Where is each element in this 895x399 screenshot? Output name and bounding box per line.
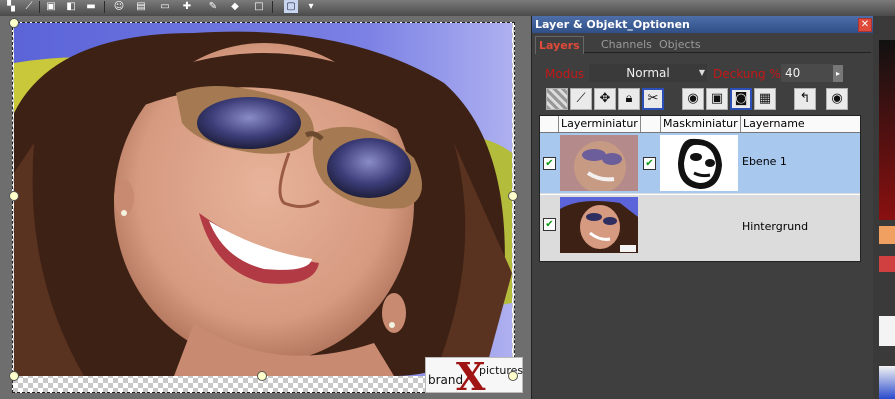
tab-objects[interactable]: Objects	[656, 38, 704, 52]
mask-thumbnail	[660, 135, 738, 191]
color-gradient-swatch[interactable]	[879, 40, 895, 220]
col-maskminiatur: Maskminiatur	[660, 116, 741, 132]
layer-copy-icon[interactable]: ▦	[754, 88, 776, 110]
mask-icon[interactable]: ▣	[706, 88, 728, 110]
image-canvas[interactable]: brand X pictures	[12, 22, 523, 399]
opacity-spinner[interactable]: ▸	[833, 65, 843, 82]
col-visible	[540, 116, 558, 132]
stamp-icon[interactable]: ◆	[228, 0, 242, 13]
visibility-icon[interactable]: ◉	[826, 88, 848, 110]
film-icon[interactable]: ▤	[134, 0, 148, 13]
layer-thumbnail	[560, 197, 638, 253]
col-mask-link	[640, 116, 659, 132]
layer-row[interactable]: ✔ Hintergrund	[540, 194, 860, 255]
mask-active-icon[interactable]: ◙	[730, 88, 752, 110]
selection-handle[interactable]	[9, 371, 19, 381]
chevron-down-icon: ▼	[698, 68, 705, 77]
layer-row[interactable]: ✔ ✔ Ebene 1	[540, 133, 860, 193]
monitor-icon[interactable]: ▢	[284, 0, 298, 13]
panel-title-bar[interactable]: Layer & Objekt_Optionen ✕	[532, 16, 874, 33]
selection-handle[interactable]	[9, 191, 19, 201]
color-icon[interactable]: ◧	[64, 0, 78, 13]
layer-tools-row: ⟋ ✥ 🔒︎ ✂ ◉ ▣ ◙ ▦ ↰ ◉	[546, 88, 866, 110]
canvas-area[interactable]: brand X pictures	[0, 16, 531, 399]
panel-fragment	[879, 316, 895, 346]
close-icon[interactable]: ✕	[858, 18, 872, 32]
top-toolbar: ▚ ⟋ ▣ ◧ ▬ ☺ ▤ ▭ ✚ ✎ ◆ □ ▢ ▾	[0, 0, 895, 16]
more-icon[interactable]: ▾	[304, 0, 318, 13]
paint-icon[interactable]: ✎	[206, 0, 220, 13]
panel-title: Layer & Objekt_Optionen	[535, 18, 690, 31]
selection-handle[interactable]	[508, 371, 518, 381]
portrait-photo	[14, 23, 512, 376]
adjacent-panel-strip	[873, 16, 895, 399]
histogram-fragment	[879, 366, 895, 399]
col-layerminiatur: Layerminiatur	[558, 116, 639, 132]
color-swatch[interactable]	[879, 256, 895, 272]
opacity-label: Deckung %	[713, 67, 781, 81]
visibility-checkbox[interactable]: ✔	[543, 218, 556, 231]
layer-name[interactable]: Ebene 1	[742, 155, 787, 168]
color-swatch[interactable]	[879, 226, 895, 244]
image-icon[interactable]: ▣	[44, 0, 58, 13]
flag-icon[interactable]: ▬	[84, 0, 98, 13]
crop-tool-icon[interactable]: ⟋	[22, 0, 36, 13]
face-icon[interactable]: ☺	[112, 0, 126, 13]
mode-label: Modus	[545, 67, 585, 81]
document-icon[interactable]: ▭	[158, 0, 172, 13]
tab-channels[interactable]: Channels	[598, 38, 655, 52]
mask-link-checkbox[interactable]: ✔	[643, 157, 656, 170]
lock-icon[interactable]: 🔒︎	[618, 88, 640, 110]
selection-handle[interactable]	[508, 191, 518, 201]
col-layername: Layername	[740, 116, 859, 132]
tab-layers[interactable]: Layers	[535, 36, 584, 54]
move-icon[interactable]: ✥	[594, 88, 616, 110]
visibility-checkbox[interactable]: ✔	[543, 157, 556, 170]
selection-handle[interactable]	[9, 18, 19, 28]
layer-table-header: Layerminiatur Maskminiatur Layername	[540, 116, 860, 133]
undo-icon[interactable]: ↰	[794, 88, 816, 110]
layer-thumbnail	[560, 135, 638, 191]
selection-handle[interactable]	[257, 371, 267, 381]
plugin-icon[interactable]: ✚	[180, 0, 194, 13]
blank-page-icon[interactable]: □	[252, 0, 266, 13]
eye-icon[interactable]: ◉	[682, 88, 704, 110]
layer-name[interactable]: Hintergrund	[742, 220, 808, 233]
brush-icon[interactable]: ⟋	[570, 88, 592, 110]
scissors-icon[interactable]: ✂	[642, 88, 664, 110]
checker-icon[interactable]	[546, 88, 568, 110]
blend-mode-value: Normal	[626, 66, 670, 80]
panel-tabs: Layers Channels Objects	[535, 36, 871, 54]
layer-options-panel: Layer & Objekt_Optionen ✕ Layers Channel…	[531, 16, 874, 399]
blend-mode-select[interactable]: Normal ▼	[589, 64, 707, 82]
layer-table: Layerminiatur Maskminiatur Layername ✔ ✔	[539, 115, 861, 262]
selection-tool-icon[interactable]: ▚	[4, 0, 18, 13]
opacity-field[interactable]: 40	[781, 64, 833, 82]
blend-mode-row: Modus Normal ▼ Deckung % 40 ▸	[541, 64, 871, 84]
